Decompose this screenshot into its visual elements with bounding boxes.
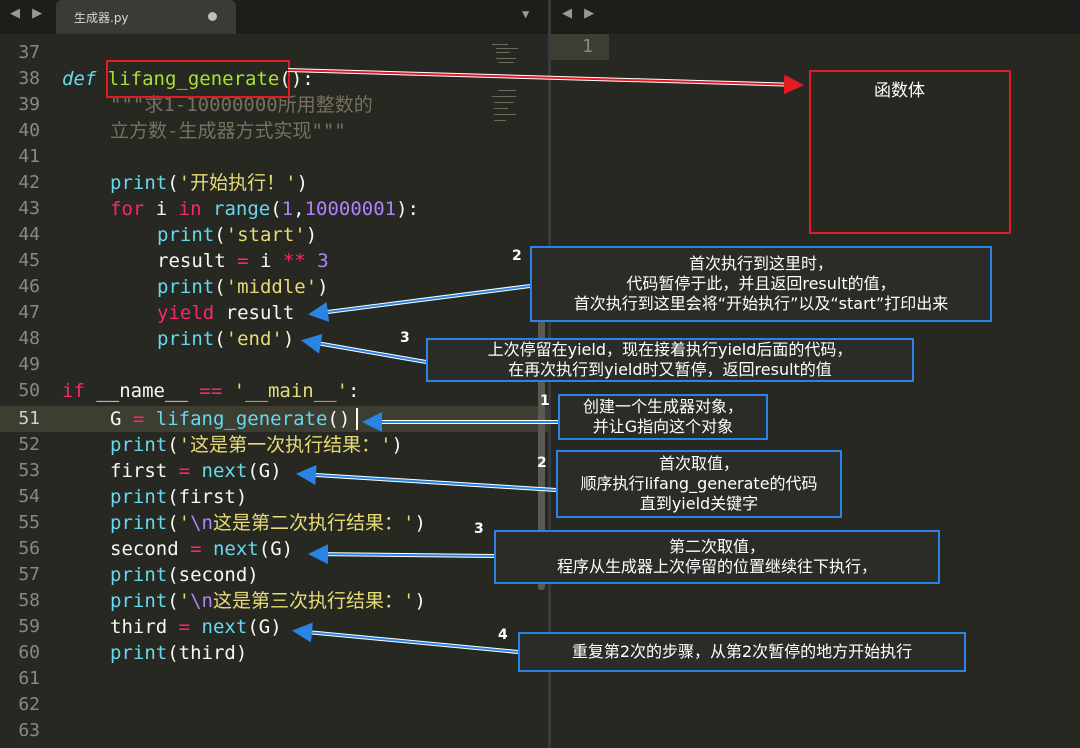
note-first-next: 首次取值， 顺序执行lifang_generate的代码 直到yield关键字 xyxy=(556,450,842,518)
line-number: 49 xyxy=(18,354,40,375)
line-number: 53 xyxy=(18,460,40,481)
note-resume: 上次停留在yield，现在接着执行yield后面的代码， 在再次执行到yield… xyxy=(426,338,914,382)
note-second-next: 第二次取值， 程序从生成器上次停留的位置继续往下执行， xyxy=(494,530,940,584)
line-number-gutter: 37 38 39 40 41 42 43 44 45 46 47 48 49 5… xyxy=(0,34,52,748)
line-number: 61 xyxy=(18,668,40,689)
line-number: 46 xyxy=(18,276,40,297)
code-line-51: G = lifang_generate() xyxy=(110,408,351,430)
line-number: 47 xyxy=(18,302,40,323)
line-number: 62 xyxy=(18,694,40,715)
note-create-generator: 创建一个生成器对象， 并让G指向这个对象 xyxy=(558,394,768,440)
code-line-46: print('middle') xyxy=(157,276,329,298)
line-number-current: 51 xyxy=(18,408,40,429)
code-line-52: print('这是第一次执行结果：') xyxy=(110,434,403,456)
note-yield-first: 首次执行到这里时， 代码暂停于此，并且返回result的值， 首次执行到这里会将… xyxy=(530,246,992,322)
code-line-57: print(second) xyxy=(110,564,259,586)
tab-dropdown-icon[interactable]: ▼ xyxy=(522,7,529,21)
right-pane-nav-arrows[interactable]: ◀ ▶ xyxy=(562,6,598,21)
code-line-54: print(first) xyxy=(110,486,248,508)
code-editor[interactable]: 37 38 39 40 41 42 43 44 45 46 47 48 49 5… xyxy=(0,34,548,748)
code-line-50: if __name__ == '__main__': xyxy=(62,380,360,402)
line-number: 41 xyxy=(18,146,40,167)
step-marker: 2 xyxy=(537,455,547,471)
line-number: 44 xyxy=(18,224,40,245)
file-tab[interactable]: 生成器.py xyxy=(56,0,236,34)
code-line-56: second = next(G) xyxy=(110,538,294,560)
line-number: 50 xyxy=(18,380,40,401)
tab-filename: 生成器.py xyxy=(74,11,129,25)
line-number: 54 xyxy=(18,486,40,507)
code-line-47: yield result xyxy=(157,302,295,324)
line-number: 42 xyxy=(18,172,40,193)
unsaved-dot-icon[interactable] xyxy=(208,12,217,21)
code-line-40: 立方数-生成器方式实现""" xyxy=(110,120,346,142)
code-line-42: print('开始执行！') xyxy=(110,172,308,194)
code-line-45: result = i ** 3 xyxy=(157,250,329,272)
tab-nav-arrows[interactable]: ◀ ▶ xyxy=(10,6,46,21)
line-number: 45 xyxy=(18,250,40,271)
code-line-44: print('start') xyxy=(157,224,318,246)
tab-bar: ◀ ▶ 生成器.py ▼ ◀ ▶ xyxy=(0,0,1080,34)
line-number: 63 xyxy=(18,720,40,741)
line-number: 60 xyxy=(18,642,40,663)
line-number: 52 xyxy=(18,434,40,455)
line-number: 48 xyxy=(18,328,40,349)
note-third-next: 重复第2次的步骤，从第2次暂停的地方开始执行 xyxy=(518,632,966,672)
function-name-highlight xyxy=(106,60,290,98)
line-number: 40 xyxy=(18,120,40,141)
step-marker: 3 xyxy=(400,330,410,346)
line-number: 39 xyxy=(18,94,40,115)
line-number: 55 xyxy=(18,512,40,533)
function-body-label: 函数体 xyxy=(874,81,925,101)
line-number: 37 xyxy=(18,42,40,63)
line-number: 38 xyxy=(18,68,40,89)
code-line-43: for i in range(1,10000001): xyxy=(110,198,419,220)
text-cursor xyxy=(356,408,358,430)
step-marker: 3 xyxy=(474,521,484,537)
right-pane-line-number: 1 xyxy=(582,36,593,57)
code-line-55: print('\n这是第二次执行结果：') xyxy=(110,512,426,534)
code-line-59: third = next(G) xyxy=(110,616,282,638)
line-number: 58 xyxy=(18,590,40,611)
code-line-48: print('end') xyxy=(157,328,295,350)
minimap[interactable] xyxy=(490,40,530,140)
line-number: 57 xyxy=(18,564,40,585)
code-line-53: first = next(G) xyxy=(110,460,282,482)
step-marker: 2 xyxy=(512,248,522,264)
line-number: 59 xyxy=(18,616,40,637)
step-marker: 1 xyxy=(540,393,550,409)
code-line-60: print(third) xyxy=(110,642,248,664)
step-marker: 4 xyxy=(498,627,508,643)
code-line-58: print('\n这是第三次执行结果：') xyxy=(110,590,426,612)
line-number: 43 xyxy=(18,198,40,219)
line-number: 56 xyxy=(18,538,40,559)
